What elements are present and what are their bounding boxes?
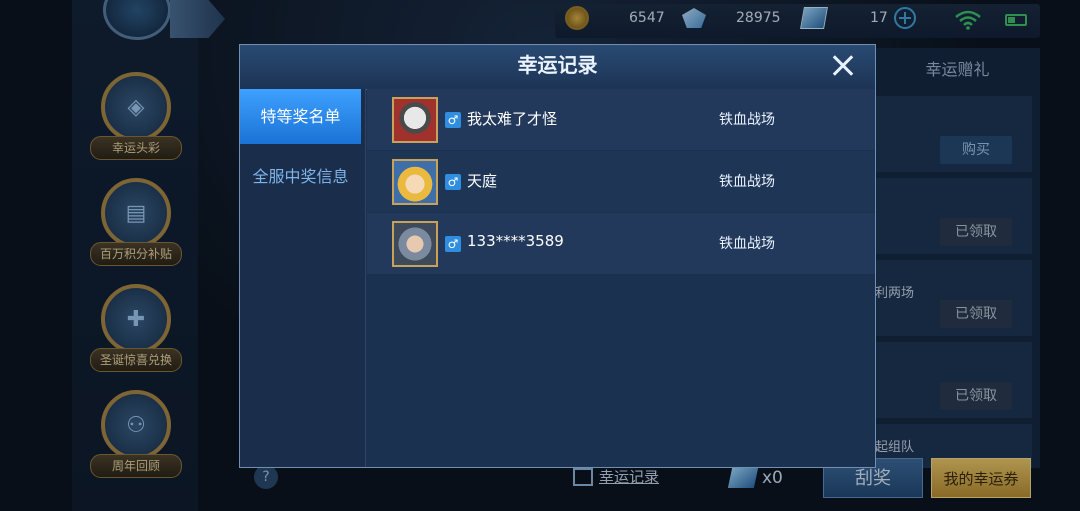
modal-title: 幸运记录 [517, 53, 598, 77]
player-name: 133****3589 [467, 232, 564, 250]
male-icon: ♂ [445, 236, 461, 252]
male-icon: ♂ [445, 112, 461, 128]
avatar[interactable] [392, 221, 438, 267]
table-row: ♂ 我太难了才怪 铁血战场 [367, 89, 875, 150]
male-icon: ♂ [445, 174, 461, 190]
player-name: 天庭 [467, 172, 498, 190]
player-name: 我太难了才怪 [467, 110, 558, 128]
close-icon[interactable] [828, 51, 858, 81]
lucky-record-modal: 幸运记录 特等奖名单 全服中奖信息 ♂ 我太难了才怪 铁血战场 ♂ 天庭 铁血战… [239, 44, 876, 468]
modal-header: 幸运记录 [240, 45, 875, 90]
avatar[interactable] [392, 97, 438, 143]
tab-server-winners[interactable]: 全服中奖信息 [240, 149, 361, 204]
game-mode: 铁血战场 [719, 236, 775, 252]
game-mode: 铁血战场 [719, 112, 775, 128]
game-mode: 铁血战场 [719, 174, 775, 190]
table-row: ♂ 天庭 铁血战场 [367, 151, 875, 212]
avatar[interactable] [392, 159, 438, 205]
modal-tabs: 特等奖名单 全服中奖信息 [240, 89, 366, 467]
table-row: ♂ 133****3589 铁血战场 [367, 213, 875, 274]
winner-list: ♂ 我太难了才怪 铁血战场 ♂ 天庭 铁血战场 ♂ 133****3589 铁血… [367, 89, 875, 467]
tab-grand-prize-list[interactable]: 特等奖名单 [240, 89, 361, 144]
